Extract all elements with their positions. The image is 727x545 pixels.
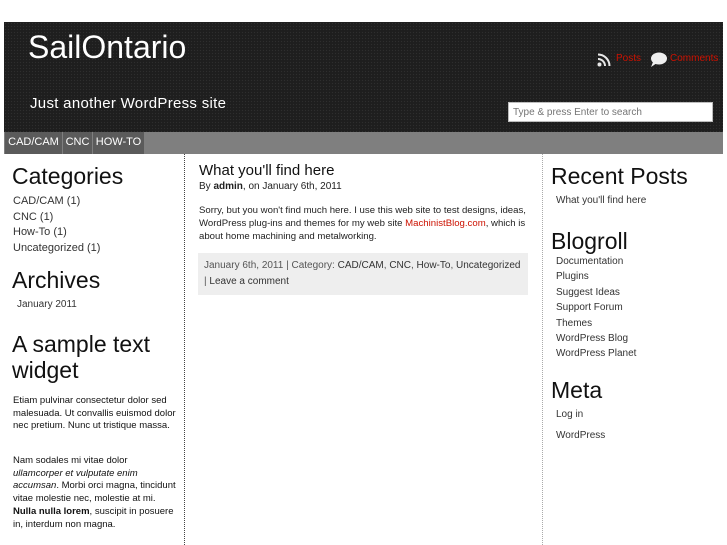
meta-heading: Meta (551, 377, 603, 403)
blogroll-link[interactable]: Support Forum (556, 302, 623, 313)
category-link[interactable]: Uncategorized (13, 242, 84, 254)
post-meta-separator: | Category: (283, 260, 338, 271)
post-category-link[interactable]: CNC (389, 260, 411, 271)
leave-comment-link[interactable]: Leave a comment (209, 276, 289, 287)
category-item[interactable]: CAD/CAM (1) (13, 194, 178, 210)
text-widget-heading-line1: A sample text (12, 331, 151, 357)
left-column-divider (184, 154, 185, 545)
post-category-link[interactable]: CAD/CAM (338, 260, 384, 271)
category-count: (1) (53, 226, 67, 238)
post-category-link[interactable]: How-To (417, 260, 451, 271)
blogroll-link[interactable]: Plugins (556, 271, 589, 282)
post-body: Sorry, but you won't find much here. I u… (199, 204, 529, 243)
category-item[interactable]: How-To (1) (13, 225, 178, 241)
category-count: (1) (66, 195, 81, 207)
blogroll-link[interactable]: WordPress Planet (556, 348, 636, 359)
recent-post-link[interactable]: What you'll find here (556, 195, 646, 206)
category-item[interactable]: CNC (1) (13, 210, 178, 226)
site-description: Just another WordPress site (30, 95, 227, 112)
text-span: pretium (30, 420, 63, 432)
post-meta-date: January 6th, 2011 (204, 260, 284, 271)
posts-feed-link[interactable]: Posts (616, 53, 641, 64)
post-title[interactable]: What you'll find here (199, 162, 334, 179)
categories-heading: Categories (12, 163, 124, 189)
blogroll-link[interactable]: Suggest Ideas (556, 287, 620, 298)
nav-item-how-to[interactable]: HOW-TO (93, 132, 144, 154)
post-date: , on January 6th, 2011 (242, 181, 342, 192)
post-meta-box: January 6th, 2011 | Category: CAD/CAM, C… (198, 253, 528, 295)
speech-bubble-icon[interactable] (650, 52, 668, 67)
wordpress-link[interactable]: WordPress (556, 430, 605, 441)
post-byline: By admin, on January 6th, 2011 (199, 181, 342, 192)
rss-icon[interactable] (597, 53, 611, 67)
recent-posts-heading: Recent Posts (551, 163, 688, 189)
post-author[interactable]: admin (213, 181, 242, 192)
text-widget-paragraph-1: Etiam pulvinar consectetur dolor sed mal… (13, 395, 177, 433)
comments-feed-link[interactable]: Comments (670, 53, 718, 64)
blogroll-heading: Blogroll (551, 228, 628, 254)
archive-link[interactable]: January 2011 (17, 299, 77, 310)
blogroll-link[interactable]: WordPress Blog (556, 333, 628, 344)
category-link[interactable]: CAD/CAM (13, 195, 64, 207)
categories-list: CAD/CAM (1) CNC (1) How-To (1) Uncategor… (13, 194, 178, 256)
site-title[interactable]: SailOntario (28, 29, 186, 66)
post-category-link[interactable]: Uncategorized (456, 260, 520, 271)
login-link[interactable]: Log in (556, 409, 583, 420)
category-item[interactable]: Uncategorized (1) (13, 241, 178, 257)
text-span: Nulla nulla lorem (13, 505, 90, 517)
category-count: (1) (39, 210, 54, 223)
blogroll-link[interactable]: Documentation (556, 256, 623, 267)
search-input[interactable] (508, 102, 713, 122)
text-widget-heading: A sample text widget (12, 331, 150, 383)
text-widget-heading-line2: widget (12, 357, 79, 383)
nav-item-cad-cam[interactable]: CAD/CAM (5, 132, 62, 154)
machinistblog-link[interactable]: MachinistBlog.com (405, 218, 486, 229)
text-span: Nam sodales mi vitae dolor (13, 455, 128, 466)
right-column-divider (542, 154, 543, 545)
text-span: . Nunc ut tristique massa. (62, 420, 170, 432)
byline-prefix: By (199, 181, 214, 192)
category-link[interactable]: CNC (13, 211, 37, 223)
text-widget-paragraph-2: Nam sodales mi vitae dolor ullamcorper e… (13, 455, 177, 531)
blogroll-link[interactable]: Themes (556, 318, 592, 329)
archives-heading: Archives (12, 267, 101, 293)
category-count: (1) (87, 241, 101, 254)
category-link[interactable]: How-To (13, 226, 50, 238)
nav-item-cnc[interactable]: CNC (63, 132, 92, 154)
